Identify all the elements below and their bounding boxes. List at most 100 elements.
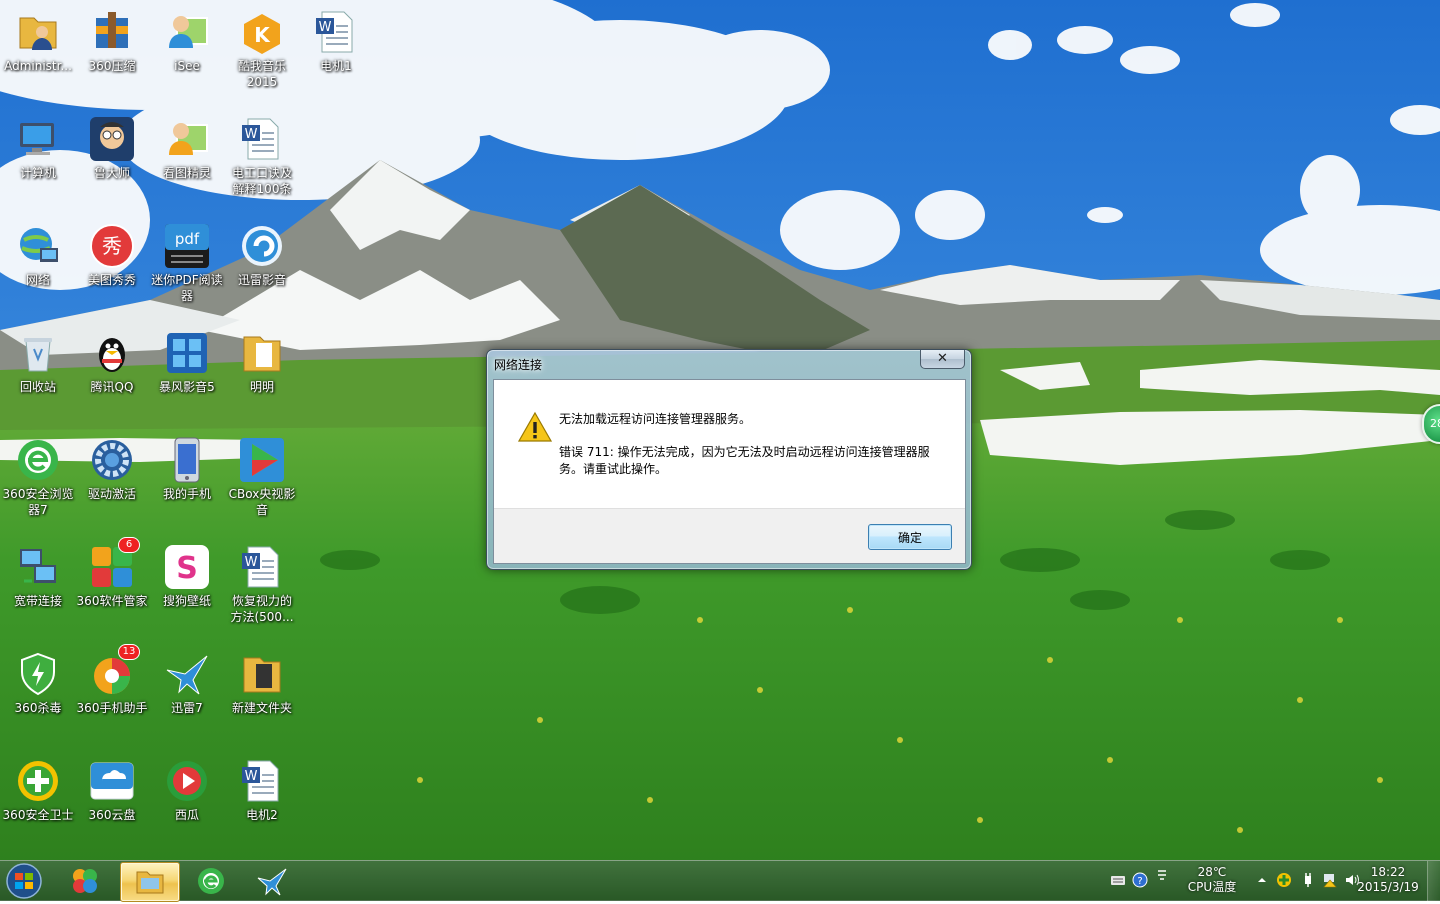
- desktop-icon-label: 西瓜: [174, 808, 199, 822]
- desktop-icon-label: 美图秀秀: [87, 273, 136, 287]
- film-icon: [163, 329, 211, 377]
- meitu-icon: 秀: [88, 222, 136, 270]
- desktop-icon-label: CBox央视影 音: [228, 487, 296, 517]
- desktop-icon-label: 360手机助手: [76, 701, 148, 715]
- desktop-icon-xunlei-player[interactable]: 迅雷影音: [224, 216, 300, 288]
- desktop-icon-sogou-wallpaper[interactable]: S 搜狗壁纸: [149, 537, 225, 609]
- desktop-icon-image-viewer[interactable]: 看图精灵: [149, 109, 225, 181]
- word-document-icon: W: [238, 757, 286, 805]
- desktop-icon-label: 宽带连接: [13, 594, 62, 608]
- desktop-icon-ludashi[interactable]: 鲁大师: [74, 109, 150, 181]
- desktop-icon-360-antivirus[interactable]: 360杀毒: [0, 644, 76, 716]
- taskbar-360-browser[interactable]: [182, 862, 240, 900]
- dialog-button-area: 确定: [494, 508, 965, 563]
- dialog-close-button[interactable]: ✕: [920, 350, 965, 369]
- help-icon[interactable]: ?: [1132, 872, 1148, 888]
- desktop-icon-label: 计算机: [19, 166, 56, 180]
- xunlei-player-icon: [238, 222, 286, 270]
- desktop-icon-baofeng[interactable]: 暴风影音5: [149, 323, 225, 395]
- desktop-icon-isee[interactable]: iSee: [149, 2, 225, 74]
- settings-small-icon[interactable]: [1154, 867, 1170, 883]
- ludashi-icon: [88, 115, 136, 163]
- desktop-icon-xigua[interactable]: 西瓜: [149, 751, 225, 823]
- explorer-icon: [136, 871, 164, 894]
- desktop-icon-360-cloud[interactable]: 360云盘: [74, 751, 150, 823]
- desktop-icon-label: 回收站: [19, 380, 56, 394]
- svg-text:S: S: [176, 551, 198, 586]
- desktop-icon-broadband[interactable]: 宽带连接: [0, 537, 76, 609]
- desktop-icon-meitu[interactable]: 秀 美图秀秀: [74, 216, 150, 288]
- desktop-icon-thunder7[interactable]: 迅雷7: [149, 644, 225, 716]
- qq-penguin-icon: [88, 329, 136, 377]
- gear-icon: [88, 436, 136, 484]
- desktop-icon-label: 360压缩: [88, 59, 136, 73]
- kuwo-music-icon: K: [238, 8, 286, 56]
- desktop-icon-label: 迅雷7: [171, 701, 203, 715]
- chevron-up-icon[interactable]: [1254, 872, 1270, 888]
- desktop-icon-360-software[interactable]: 6 360软件管家: [74, 537, 150, 609]
- pdf-reader-icon: pdf: [163, 222, 211, 270]
- desktop-icon-360-browser[interactable]: 360安全浏览 器7: [0, 430, 76, 518]
- xigua-player-icon: [163, 757, 211, 805]
- desktop-icon-label: 电机1: [320, 59, 352, 73]
- cbox-play-icon: [238, 436, 286, 484]
- desktop-icon-motor1[interactable]: W 电机1: [298, 2, 374, 74]
- desktop-icon-label: 360安全浏览 器7: [2, 487, 74, 517]
- taskbar-thunder[interactable]: [244, 862, 302, 900]
- desktop-icon-label: 腾讯QQ: [90, 380, 134, 394]
- desktop-icon-recycle-bin[interactable]: 回收站: [0, 323, 76, 395]
- clock[interactable]: 18:22 2015/3/19: [1350, 865, 1426, 895]
- dialog-body: 无法加载远程访问连接管理器服务。 错误 711: 操作无法完成，因为它无法及时启…: [493, 379, 966, 564]
- notification-badge: 13: [118, 644, 140, 660]
- isee-icon: [163, 8, 211, 56]
- desktop-icon-electrician-doc[interactable]: W 电工口诀及 解释100条: [224, 109, 300, 197]
- desktop-icon-label: 鲁大师: [93, 166, 130, 180]
- 360-guard-tray-icon[interactable]: [1276, 872, 1292, 888]
- desktop-icon-new-folder[interactable]: 新建文件夹: [224, 644, 300, 716]
- desktop-icon-vision-doc[interactable]: W 恢复视力的 方法(500...: [224, 537, 300, 625]
- desktop-icon-360-safe[interactable]: 360安全卫士: [0, 751, 76, 823]
- power-plug-icon[interactable]: [1300, 872, 1316, 888]
- taskbar: ? 28℃ CPU温度 18:22 2015/3/19: [0, 860, 1440, 902]
- svg-text:W: W: [245, 555, 258, 570]
- desktop-icon-driver[interactable]: 驱动激活: [74, 430, 150, 502]
- desktop-icon-label: 电工口诀及 解释100条: [231, 166, 292, 196]
- start-button[interactable]: [2, 862, 46, 900]
- network-globe-icon: [14, 222, 62, 270]
- taskbar-explorer[interactable]: [120, 862, 180, 902]
- desktop-icon-label: 360云盘: [88, 808, 136, 822]
- thunder-bird-icon: [163, 650, 211, 698]
- desktop-icon-administrator[interactable]: Administr...: [0, 2, 76, 74]
- desktop-icon-my-phone[interactable]: 我的手机: [149, 430, 225, 502]
- clock-time: 18:22: [1370, 865, 1406, 879]
- desktop-icon-motor2[interactable]: W 电机2: [224, 751, 300, 823]
- thunder-icon: [257, 868, 287, 896]
- desktop-icon-kuwo[interactable]: K 酷我音乐 2015: [224, 2, 300, 90]
- desktop-icon-label: 看图精灵: [162, 166, 211, 180]
- desktop-icon-label: iSee: [174, 59, 200, 73]
- svg-text:W: W: [319, 20, 332, 35]
- keyboard-icon[interactable]: [1110, 872, 1126, 888]
- dialog-title: 网络连接: [494, 358, 543, 372]
- ok-button[interactable]: 确定: [868, 524, 952, 550]
- 360-browser-icon: [14, 436, 62, 484]
- desktop-icon-qq[interactable]: 腾讯QQ: [74, 323, 150, 395]
- desktop-icon-computer[interactable]: 计算机: [0, 109, 76, 181]
- network-warning-icon[interactable]: [1322, 872, 1338, 888]
- cpu-temperature-widget[interactable]: 28℃ CPU温度: [1180, 865, 1244, 895]
- taskbar-360-software[interactable]: [56, 862, 114, 900]
- desktop-icon-mingming[interactable]: 明明: [224, 323, 300, 395]
- start-orb-icon: [6, 863, 42, 899]
- desktop-icon-label: 电机2: [246, 808, 278, 822]
- desktop-icon-label: 迅雷影音: [237, 273, 286, 287]
- desktop-icon-cbox[interactable]: CBox央视影 音: [224, 430, 300, 518]
- desktop-icon-network[interactable]: 网络: [0, 216, 76, 288]
- desktop-icon-360-phone[interactable]: 13 360手机助手: [74, 644, 150, 716]
- show-desktop-button[interactable]: [1427, 861, 1440, 901]
- svg-text:?: ?: [1137, 876, 1142, 887]
- desktop-icon-360-zip[interactable]: 360压缩: [74, 2, 150, 74]
- desktop-icon-label: 360杀毒: [14, 701, 62, 715]
- desktop-icon-mini-pdf[interactable]: pdf 迷你PDF阅读 器: [149, 216, 225, 304]
- svg-text:W: W: [245, 769, 258, 784]
- desktop-icon-label: 驱动激活: [87, 487, 136, 501]
